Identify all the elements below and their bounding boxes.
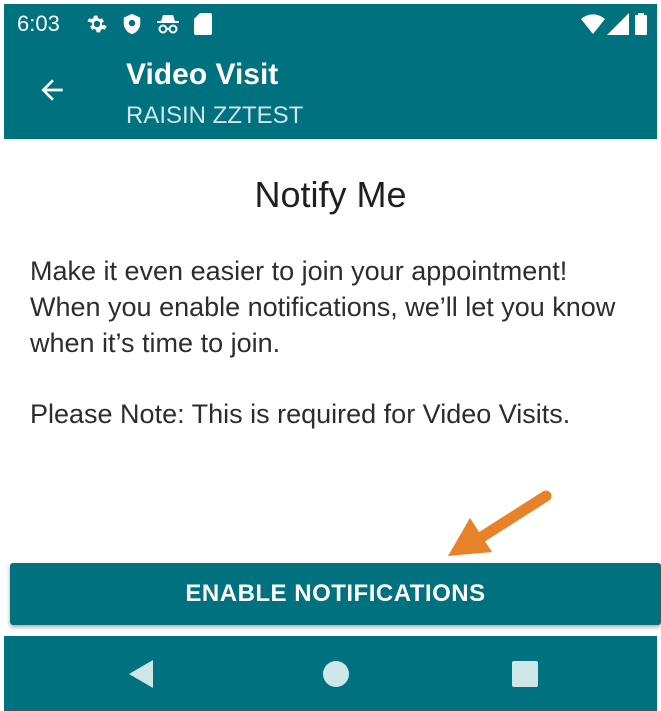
status-bar: 6:03 xyxy=(4,4,657,44)
app-title: Video Visit xyxy=(126,58,279,91)
sd-card-icon xyxy=(194,13,212,35)
app-bar: Video Visit RAISIN ZZTEST xyxy=(4,44,657,139)
home-circle-icon xyxy=(323,661,349,687)
nav-recents-button[interactable] xyxy=(505,654,545,694)
nav-back-button[interactable] xyxy=(122,654,162,694)
nav-home-button[interactable] xyxy=(316,654,356,694)
enable-notifications-button[interactable]: ENABLE NOTIFICATIONS xyxy=(10,563,661,625)
annotation-arrow-icon xyxy=(448,490,552,556)
signal-icon xyxy=(607,13,629,35)
arrow-left-icon xyxy=(41,79,63,101)
gear-icon xyxy=(87,15,107,33)
shield-icon xyxy=(123,13,141,35)
phone-screen: 6:03 Video Visit RAISIN ZZTEST Notify Me… xyxy=(0,0,661,711)
enable-notifications-label: ENABLE NOTIFICATIONS xyxy=(185,580,486,607)
status-time: 6:03 xyxy=(17,11,60,36)
incognito-icon xyxy=(157,15,179,34)
status-right-icons xyxy=(577,13,657,35)
description-text: Make it even easier to join your appoint… xyxy=(30,256,616,358)
note-text: Please Note: This is required for Video … xyxy=(30,399,571,429)
system-nav-bar xyxy=(4,636,657,711)
recents-square-icon xyxy=(512,661,538,687)
app-subtitle: RAISIN ZZTEST xyxy=(126,102,304,129)
battery-icon xyxy=(635,13,647,35)
page-title: Notify Me xyxy=(254,174,407,215)
back-triangle-icon xyxy=(129,660,153,688)
back-button[interactable] xyxy=(28,66,76,114)
wifi-icon xyxy=(581,14,605,34)
